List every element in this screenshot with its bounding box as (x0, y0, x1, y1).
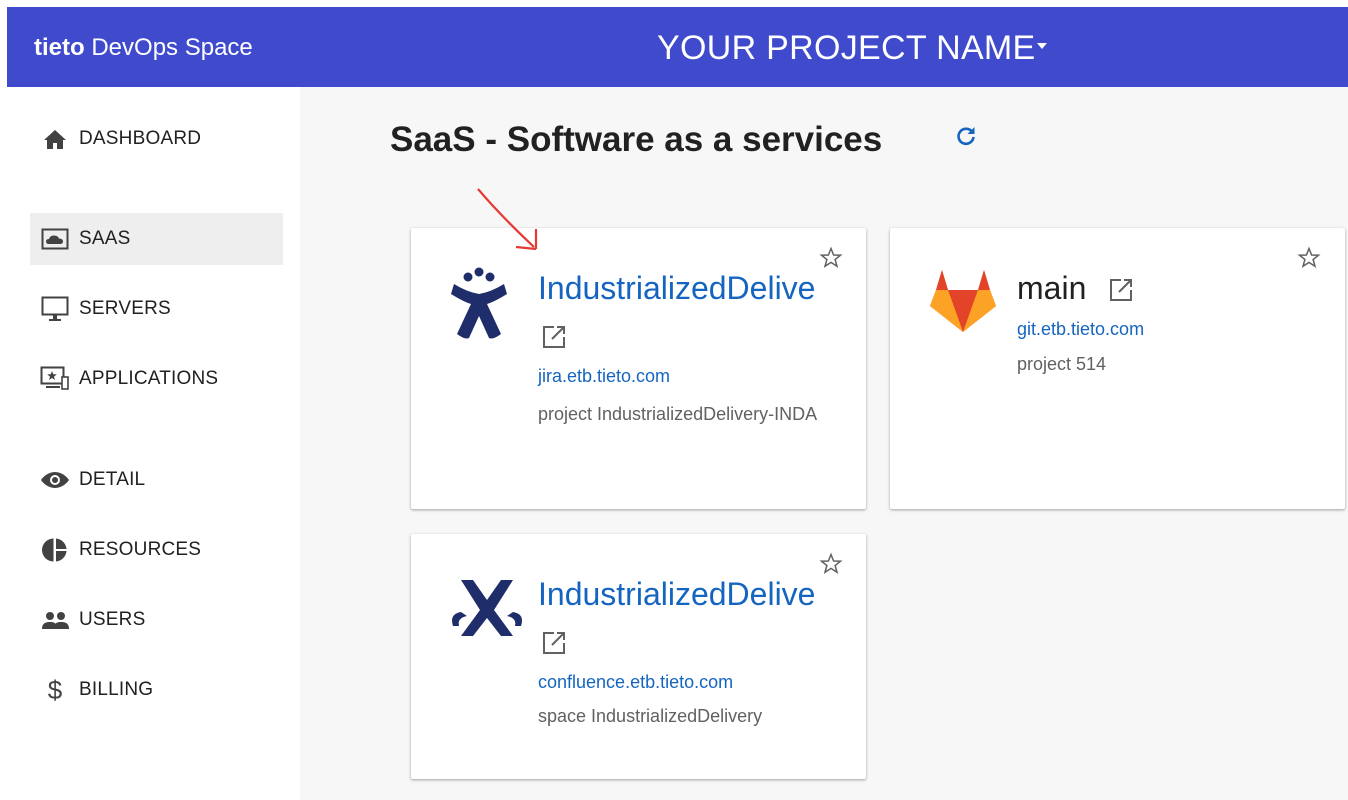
star-icon[interactable] (819, 246, 843, 270)
star-icon[interactable] (1297, 246, 1321, 270)
card-description: project 514 (1017, 354, 1107, 374)
pie-chart-icon (40, 537, 70, 563)
external-link-icon[interactable] (540, 629, 568, 657)
card-title-link[interactable]: IndustrializedDelive (538, 576, 815, 613)
confluence-logo (452, 580, 522, 636)
sidebar-item-label: DETAIL (79, 469, 146, 490)
jira-logo (451, 267, 507, 339)
card-host-link[interactable]: git.etb.tieto.com (1017, 319, 1144, 340)
card-description: space IndustrializedDelivery (538, 706, 763, 726)
sidebar: DASHBOARD SAAS SERVERS APPLICATIONS DETA… (0, 87, 300, 800)
card-host-link[interactable]: jira.etb.tieto.com (538, 366, 670, 387)
brand-logo[interactable]: tieto DevOps Space (34, 34, 253, 62)
sidebar-item-label: BILLING (79, 679, 154, 700)
sidebar-item-label: DASHBOARD (79, 128, 202, 149)
sidebar-item-applications[interactable]: APPLICATIONS (30, 353, 283, 405)
sidebar-item-label: SERVERS (79, 298, 171, 319)
app-header: tieto DevOps Space YOUR PROJECT NAME (7, 7, 1348, 87)
external-link-icon[interactable] (540, 323, 568, 351)
external-link-icon[interactable] (1107, 276, 1135, 304)
cloud-icon (40, 226, 70, 252)
sidebar-item-dashboard[interactable]: DASHBOARD (30, 113, 283, 165)
card-host-link[interactable]: confluence.etb.tieto.com (538, 672, 733, 693)
sidebar-item-label: USERS (79, 609, 146, 630)
sidebar-item-label: RESOURCES (79, 539, 202, 560)
caret-down-icon[interactable] (1037, 43, 1047, 49)
applications-icon (40, 366, 70, 392)
sidebar-item-label: APPLICATIONS (79, 368, 219, 389)
sidebar-item-billing[interactable]: $ BILLING (30, 664, 283, 716)
annotation-arrow-icon (477, 188, 538, 251)
sidebar-item-servers[interactable]: SERVERS (30, 283, 283, 335)
dollar-icon: $ (47, 674, 63, 705)
sidebar-item-saas[interactable]: SAAS (30, 213, 283, 265)
sidebar-item-detail[interactable]: DETAIL (30, 454, 283, 506)
card-description: project IndustrializedDelivery-INDA (538, 404, 818, 424)
saas-card-gitlab[interactable]: main git.etb.tieto.com project 514 (890, 228, 1345, 509)
page-title: SaaS - Software as a services (390, 120, 883, 159)
home-icon (40, 126, 70, 152)
gitlab-logo (930, 270, 996, 332)
card-title-link[interactable]: main (1017, 270, 1086, 307)
monitor-icon (40, 296, 70, 322)
saas-card-jira[interactable]: IndustrializedDelive jira.etb.tieto.com … (411, 228, 866, 509)
refresh-icon[interactable] (954, 124, 978, 148)
sidebar-item-resources[interactable]: RESOURCES (30, 524, 283, 576)
sidebar-item-users[interactable]: USERS (30, 594, 283, 646)
users-icon (40, 607, 70, 633)
eye-icon (40, 467, 70, 493)
saas-card-confluence[interactable]: IndustrializedDelive confluence.etb.tiet… (411, 534, 866, 779)
star-icon[interactable] (819, 552, 843, 576)
project-selector[interactable]: YOUR PROJECT NAME (657, 29, 1036, 68)
card-title-link[interactable]: IndustrializedDelive (538, 270, 815, 307)
sidebar-item-label: SAAS (79, 228, 131, 249)
